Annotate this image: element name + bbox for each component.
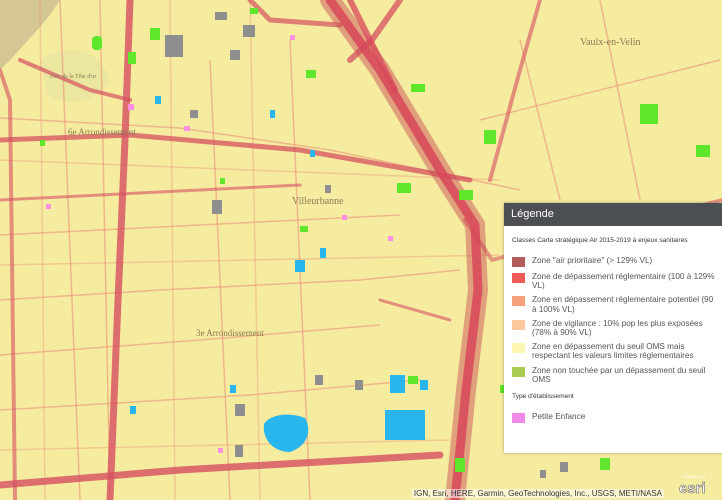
legend-swatch xyxy=(512,413,525,424)
legend-swatch xyxy=(512,257,525,267)
esri-logo[interactable]: POWERED BY esri xyxy=(676,474,718,496)
legend-panel: Légende Classes Carte stratégique Air 20… xyxy=(504,203,722,453)
legend-item-label: Petite Enfance xyxy=(532,412,586,422)
esri-logo-text: esri xyxy=(679,480,706,496)
legend-item-seuil-oms: Zone en dépassement du seuil OMS mais re… xyxy=(512,342,716,360)
legend-item-label: Zone non touchée par un dépassement du s… xyxy=(532,365,706,384)
legend-establishment-title: Type d'établissement xyxy=(512,393,574,401)
legend-swatch xyxy=(512,273,525,283)
legend-body: Classes Carte stratégique Air 2015-2019 … xyxy=(504,226,722,424)
legend-swatch xyxy=(512,366,525,377)
legend-item-label: Zone de dépassement réglementaire (100 à… xyxy=(532,272,715,291)
legend-item-label: Zone en dépassement du seuil OMS mais re… xyxy=(532,342,694,361)
legend-item-label: Zone "air prioritaire" (> 129% VL) xyxy=(532,256,653,265)
place-label-3e-arrondissement: 3e Arrondissement xyxy=(196,328,264,338)
legend-swatch xyxy=(512,343,525,354)
legend-item-petite-enfance: Petite Enfance xyxy=(512,412,716,424)
legend-item-depassement-reglementaire: Zone de dépassement réglementaire (100 à… xyxy=(512,272,716,290)
legend-item-air-prioritaire: Zone "air prioritaire" (> 129% VL) xyxy=(512,256,716,267)
map-attribution[interactable]: IGN, Esri, HERE, Garmin, GeoTechnologies… xyxy=(411,489,664,498)
place-label-parc-tete-dor: Parc de la Tête d'or xyxy=(50,74,96,80)
esri-logo-caption: POWERED BY xyxy=(682,475,706,479)
place-label-villeurbanne: Villeurbanne xyxy=(292,196,344,207)
legend-item-depassement-potentiel: Zone en dépassement réglementaire potent… xyxy=(512,295,716,314)
legend-swatch xyxy=(512,319,525,330)
place-label-vaulx: Vaulx-en-Velin xyxy=(580,37,641,48)
legend-item-label: Zone de vigilance : 10% pop les plus exp… xyxy=(532,318,703,338)
legend-item-vigilance: Zone de vigilance : 10% pop les plus exp… xyxy=(512,319,716,337)
place-label-6e-arrondissement: 6e Arrondissement xyxy=(68,127,136,137)
legend-item-non-touchee: Zone non touchée par un dépassement du s… xyxy=(512,366,716,384)
legend-section-title: Classes Carte stratégique Air 2015-2019 … xyxy=(512,237,688,244)
legend-title: Légende xyxy=(504,203,722,226)
legend-swatch xyxy=(512,296,525,307)
legend-item-label: Zone en dépassement réglementaire potent… xyxy=(532,295,714,314)
